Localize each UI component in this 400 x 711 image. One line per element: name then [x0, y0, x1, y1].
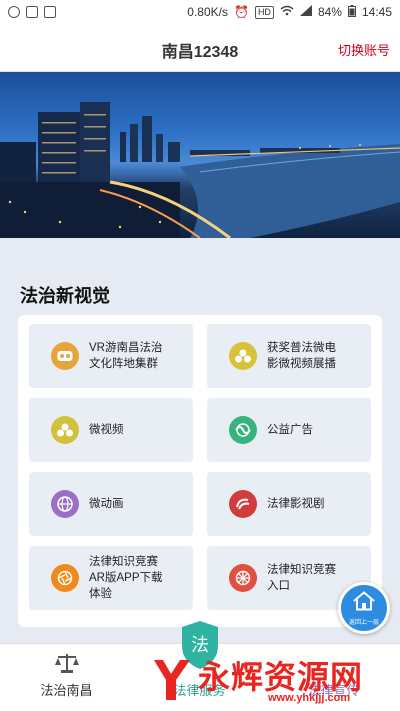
signal-icon	[299, 5, 312, 19]
banner-image[interactable]	[0, 72, 400, 238]
film-reel-icon	[229, 490, 257, 518]
watermark-url: www.yhkjjj.com	[268, 692, 351, 704]
tab-fazhi-nanchang[interactable]: 法治南昌	[0, 644, 133, 711]
checkbox-notification-icon	[26, 6, 38, 18]
card-label: 获奖普法微电 影微视频展播	[267, 342, 336, 370]
section-title: 法治新视觉	[20, 286, 110, 306]
site-watermark: 永辉资源网 www.yhkjjj.com	[150, 650, 400, 711]
wechat-notification-icon	[8, 6, 20, 18]
card-label: 法律知识竞赛 入口	[267, 564, 336, 592]
switch-account-link[interactable]: 切换账号	[338, 40, 390, 59]
alarm-icon: ⏰	[233, 5, 249, 19]
card-ar-app-download[interactable]: 法律知识竞赛 AR版APP下载 体验	[29, 546, 193, 610]
app-header: 南昌12348 切换账号	[0, 24, 400, 72]
micro-video-icon	[51, 416, 79, 444]
tab-label: 法治南昌	[40, 683, 93, 698]
back-home-button[interactable]: 返回上一层	[338, 582, 390, 634]
notification-icons	[8, 6, 56, 18]
card-legal-films[interactable]: 法律影视剧	[207, 472, 371, 536]
hd-badge: HD	[254, 5, 274, 19]
card-label: 公益广告	[267, 424, 313, 436]
wifi-icon	[280, 5, 294, 19]
card-public-ad[interactable]: 公益广告	[207, 398, 371, 462]
image-notification-icon	[44, 6, 56, 18]
card-label: 法律影视剧	[267, 498, 325, 510]
clock: 14:45	[361, 5, 392, 19]
card-award-films[interactable]: 获奖普法微电 影微视频展播	[207, 324, 371, 388]
back-home-label: 返回上一层	[348, 619, 379, 626]
home-icon	[352, 590, 376, 616]
public-ad-icon	[229, 416, 257, 444]
card-micro-video[interactable]: 微视频	[29, 398, 193, 462]
video-menu-panel: VR游南昌法治 文化阵地集群 获奖普法微电 影微视频展播 微视频 公益广告 微动…	[18, 315, 382, 627]
card-vr-tour[interactable]: VR游南昌法治 文化阵地集群	[29, 324, 193, 388]
card-label: 微动画	[89, 498, 124, 510]
aperture-icon	[51, 564, 79, 592]
vr-goggles-icon	[51, 342, 79, 370]
globe-icon	[51, 490, 79, 518]
battery-level: 84%	[317, 5, 342, 19]
card-micro-animation[interactable]: 微动画	[29, 472, 193, 536]
wheel-icon	[229, 564, 257, 592]
award-coins-icon	[229, 342, 257, 370]
card-label: 法律知识竞赛 AR版APP下载 体验	[89, 556, 163, 600]
network-speed: 0.80K/s	[187, 5, 228, 19]
card-label: VR游南昌法治 文化阵地集群	[89, 342, 163, 370]
battery-icon	[347, 4, 356, 20]
scales-icon	[54, 652, 80, 679]
status-bar: 0.80K/s ⏰ HD 84% 14:45	[0, 0, 400, 24]
watermark-logo	[150, 654, 194, 704]
card-label: 微视频	[89, 424, 124, 436]
